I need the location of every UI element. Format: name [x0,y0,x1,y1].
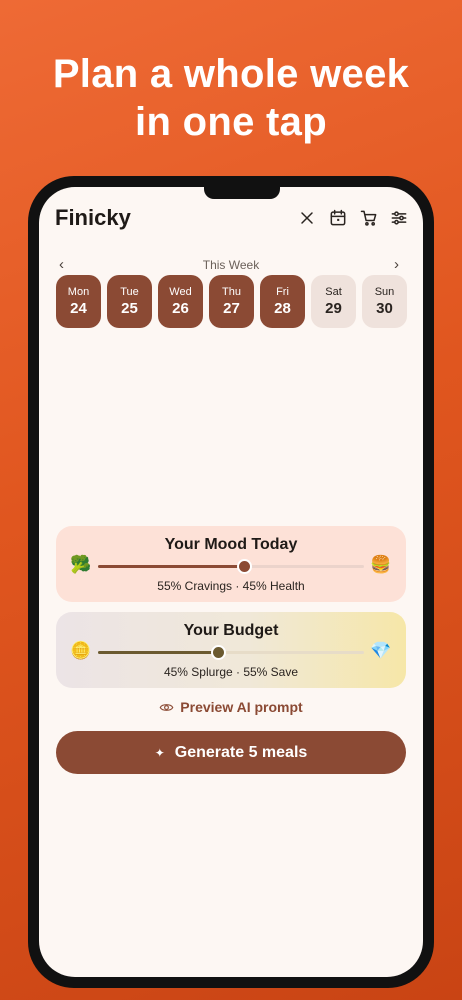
mood-slider-track[interactable] [98,559,364,574]
app-title: Finicky [55,205,131,230]
generate-meals-button[interactable]: ✦ Generate 5 meals [56,731,406,774]
day-chip-thu[interactable]: Thu 27 [209,275,254,328]
day-name: Wed [169,285,192,298]
preview-label: Preview AI prompt [180,699,303,715]
preview-ai-prompt-link[interactable]: Preview AI prompt [39,699,423,715]
day-name: Fri [276,285,289,298]
day-date: 24 [70,299,87,317]
eye-icon [159,703,174,711]
day-chip-mon[interactable]: Mon 24 [56,275,101,328]
headline-line-1: Plan a whole week [52,52,410,96]
burger-icon: 🍔 [370,555,392,574]
headline: Plan a whole week in one tap [0,50,462,146]
budget-slider-fill [98,651,218,654]
camera-notch [204,187,280,199]
mood-summary: 55% Cravings · 45% Health [157,579,305,593]
day-chip-wed[interactable]: Wed 26 [158,275,203,328]
day-chip-tue[interactable]: Tue 25 [107,275,152,328]
day-chip-sun[interactable]: Sun 30 [362,275,407,328]
day-name: Thu [222,285,241,298]
broccoli-icon: 🥦 [70,555,92,574]
sliders-icon[interactable] [388,207,410,229]
cart-icon[interactable] [358,207,380,229]
day-date: 29 [325,299,342,317]
mood-title: Your Mood Today [164,536,298,553]
budget-slider-track[interactable] [98,645,364,660]
generate-label: Generate 5 meals [174,743,308,761]
mood-card: Your Mood Today 🥦 🍔 55% Cravings · 45% H… [56,526,406,602]
phone-frame: Finicky ‹ This Week › Mon 24 Tue 25 Wed … [28,176,434,988]
budget-title: Your Budget [183,622,279,639]
day-date: 27 [223,299,240,317]
mood-slider-thumb[interactable] [237,559,253,574]
day-name: Sat [325,285,342,298]
calendar-icon[interactable] [327,207,349,229]
sparkle-icon: ✦ [154,745,165,760]
day-date: 26 [172,299,189,317]
day-selector: Mon 24 Tue 25 Wed 26 Thu 27 Fri 28 Sat 2… [56,275,408,329]
day-name: Sun [374,285,395,298]
phone-screen: Finicky ‹ This Week › Mon 24 Tue 25 Wed … [39,187,423,977]
coin-icon: 🪙 [70,641,92,660]
week-navigation: ‹ This Week › [39,257,423,273]
week-label: This Week [202,258,260,272]
budget-card: Your Budget 🪙 💎 45% Splurge · 55% Save [56,612,406,688]
day-date: 25 [121,299,138,317]
budget-summary: 45% Splurge · 55% Save [163,665,299,679]
mood-slider-fill [98,565,245,568]
day-date: 30 [376,299,393,317]
day-chip-fri[interactable]: Fri 28 [260,275,305,328]
diamond-icon: 💎 [370,641,392,660]
headline-line-2: in one tap [135,100,327,144]
next-week-chevron-icon[interactable]: › [394,257,399,273]
close-icon[interactable] [296,207,318,229]
day-name: Tue [120,285,139,298]
day-name: Mon [67,285,90,298]
budget-slider-thumb[interactable] [210,645,226,660]
day-date: 28 [274,299,291,317]
day-chip-sat[interactable]: Sat 29 [311,275,356,328]
